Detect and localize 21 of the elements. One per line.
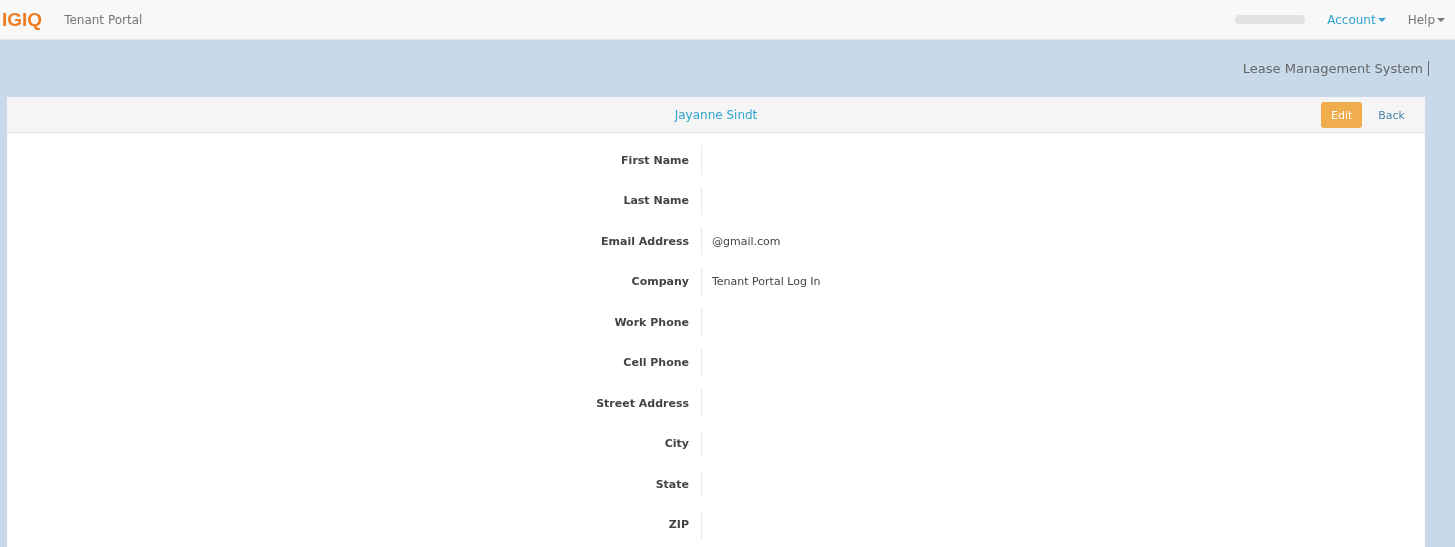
banner-title: Lease Management System: [1242, 61, 1429, 76]
caret-icon: [1437, 17, 1445, 22]
nav-menu-link[interactable]: Help: [1407, 12, 1445, 27]
field-value: @gmail.com: [712, 234, 781, 248]
panel-title: Jayanne Sindt: [674, 107, 758, 122]
field-label: Last Name: [622, 193, 690, 210]
back-button[interactable]: Back: [1368, 102, 1415, 128]
field-label: ZIP: [667, 517, 690, 534]
field-label: First Name: [620, 152, 690, 169]
field-label: Street Address: [595, 395, 690, 412]
field-label: Cell Phone: [622, 355, 690, 372]
app-logo[interactable]: IGIQ: [2, 8, 43, 31]
field-label: Email Address: [600, 233, 690, 250]
field-label: City: [663, 436, 690, 453]
field-label: Work Phone: [613, 314, 690, 331]
app-name-link[interactable]: Tenant Portal: [64, 12, 143, 27]
nav-menu-link[interactable]: Account: [1327, 12, 1386, 27]
caret-icon: [1377, 17, 1386, 22]
field-value: Tenant Portal Log In: [712, 275, 821, 289]
field-label: Company: [630, 274, 690, 291]
field-label: State: [654, 476, 690, 493]
